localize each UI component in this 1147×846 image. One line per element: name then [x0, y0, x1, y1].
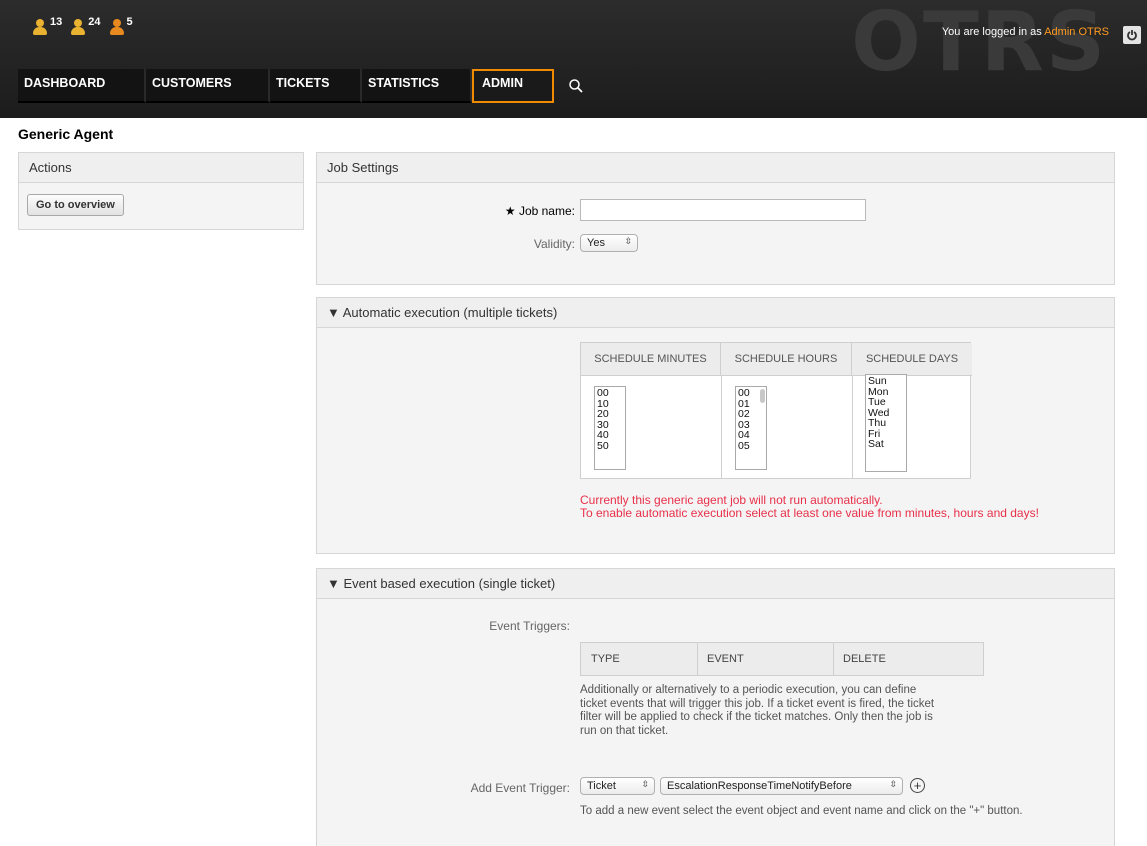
event-triggers-table: TYPE EVENT DELETE: [580, 642, 984, 676]
plus-icon: +: [913, 778, 922, 793]
event-triggers-label: Event Triggers:: [489, 619, 570, 633]
select-arrows-icon: ⇳: [889, 779, 897, 789]
delete-column-header: DELETE: [843, 653, 886, 665]
page-title: Generic Agent: [18, 126, 114, 142]
event-object-select[interactable]: Ticket ⇳: [580, 777, 655, 795]
description-line: ticket events that will trigger this job…: [580, 697, 935, 710]
otrs-logo: OTRS: [851, 0, 1107, 90]
list-item[interactable]: 00: [597, 388, 623, 399]
locked-tickets-toolbar-item[interactable]: 5: [109, 16, 133, 42]
list-item[interactable]: 05: [738, 440, 764, 452]
schedule-minutes-header: SCHEDULE MINUTES: [581, 343, 721, 376]
nav-admin[interactable]: ADMIN: [472, 69, 554, 103]
list-item[interactable]: Thu: [868, 418, 904, 429]
validity-select[interactable]: Yes ⇳: [580, 234, 638, 252]
select-arrows-icon: ⇳: [641, 779, 649, 789]
add-event-hint: To add a new event select the event obje…: [580, 805, 1023, 817]
actions-widget-title: Actions: [19, 153, 303, 183]
list-item[interactable]: 50: [597, 440, 623, 452]
event-name-select[interactable]: EscalationResponseTimeNotifyBefore ⇳: [660, 777, 903, 795]
event-name-value: EscalationResponseTimeNotifyBefore: [667, 780, 852, 792]
new-tickets-icon: [70, 18, 86, 42]
schedule-warning: Currently this generic agent job will no…: [580, 494, 1039, 520]
logged-in-user-link[interactable]: Admin OTRS: [1044, 26, 1109, 38]
description-line: Additionally or alternatively to a perio…: [580, 684, 917, 696]
automatic-execution-title[interactable]: ▼ Automatic execution (multiple tickets): [317, 298, 1114, 328]
automatic-execution-widget: ▼ Automatic execution (multiple tickets)…: [316, 297, 1115, 554]
hours-scrollbar[interactable]: [760, 389, 765, 403]
add-event-trigger-button[interactable]: +: [910, 778, 925, 793]
list-item[interactable]: 40: [597, 430, 623, 441]
escalated-tickets-toolbar-item[interactable]: 13: [32, 16, 63, 42]
toolbar: 13 24 5: [32, 16, 133, 42]
go-to-overview-button[interactable]: Go to overview: [27, 194, 124, 216]
job-name-label-text: Job name:: [518, 204, 575, 218]
nav-customers[interactable]: CUSTOMERS: [146, 69, 270, 103]
job-settings-title: Job Settings: [317, 153, 1114, 183]
logout-button[interactable]: [1123, 26, 1141, 44]
schedule-minutes-listbox[interactable]: 00 10 20 30 40 50: [594, 386, 626, 470]
schedule-warning-line: To enable automatic execution select at …: [580, 506, 1039, 520]
nav-dashboard[interactable]: DASHBOARD: [18, 69, 146, 103]
event-column-header: EVENT: [707, 653, 744, 665]
login-prefix: You are logged in as: [941, 26, 1042, 38]
list-item[interactable]: 20: [597, 409, 623, 420]
schedule-hours-listbox[interactable]: 00 01 02 03 04 05: [735, 386, 767, 470]
list-item[interactable]: 02: [738, 409, 764, 420]
main-navigation: DASHBOARD CUSTOMERS TICKETS STATISTICS A…: [18, 69, 598, 103]
type-column-header: TYPE: [591, 653, 620, 665]
escalated-tickets-icon: [32, 18, 48, 42]
event-execution-widget: ▼ Event based execution (single ticket) …: [316, 568, 1115, 846]
job-name-label: ★ Job name:: [467, 204, 575, 218]
validity-value: Yes: [587, 237, 605, 249]
new-tickets-count: 24: [88, 16, 101, 28]
job-name-input[interactable]: [580, 199, 866, 221]
list-item[interactable]: Tue: [868, 397, 904, 408]
select-arrows-icon: ⇳: [624, 236, 632, 246]
event-triggers-description: Additionally or alternatively to a perio…: [580, 684, 934, 738]
schedule-days-header: SCHEDULE DAYS: [852, 343, 972, 376]
new-tickets-toolbar-item[interactable]: 24: [70, 16, 101, 42]
locked-tickets-icon: [109, 18, 125, 42]
add-event-trigger-label: Add Event Trigger:: [470, 781, 570, 795]
list-item[interactable]: 04: [738, 430, 764, 441]
list-item[interactable]: Sun: [868, 376, 904, 387]
nav-tickets[interactable]: TICKETS: [270, 69, 362, 103]
search-button[interactable]: [554, 69, 598, 103]
event-execution-title[interactable]: ▼ Event based execution (single ticket): [317, 569, 1114, 599]
validity-label: Validity:: [533, 237, 575, 251]
locked-tickets-count: 5: [126, 16, 133, 28]
actions-widget: Actions Go to overview: [18, 152, 304, 230]
schedule-hours-header: SCHEDULE HOURS: [721, 343, 852, 376]
schedule-table: SCHEDULE MINUTES SCHEDULE HOURS SCHEDULE…: [580, 342, 972, 479]
description-line: run on that ticket.: [580, 724, 669, 737]
description-line: filter will be applied to check if the t…: [580, 711, 933, 723]
nav-statistics[interactable]: STATISTICS: [362, 69, 472, 103]
escalated-tickets-count: 13: [50, 16, 63, 28]
app-header: OTRS 13 24 5 You are logged in as Admin …: [0, 0, 1147, 118]
event-object-value: Ticket: [587, 780, 616, 792]
search-icon: [569, 79, 583, 93]
login-info: You are logged in as Admin OTRS: [942, 26, 1109, 38]
job-settings-widget: Job Settings ★ Job name: Validity: Yes ⇳: [316, 152, 1115, 285]
required-marker: ★: [504, 204, 516, 218]
schedule-days-listbox[interactable]: Sun Mon Tue Wed Thu Fri Sat: [865, 374, 907, 472]
list-item[interactable]: Sat: [868, 439, 904, 450]
power-icon: [1127, 30, 1137, 41]
